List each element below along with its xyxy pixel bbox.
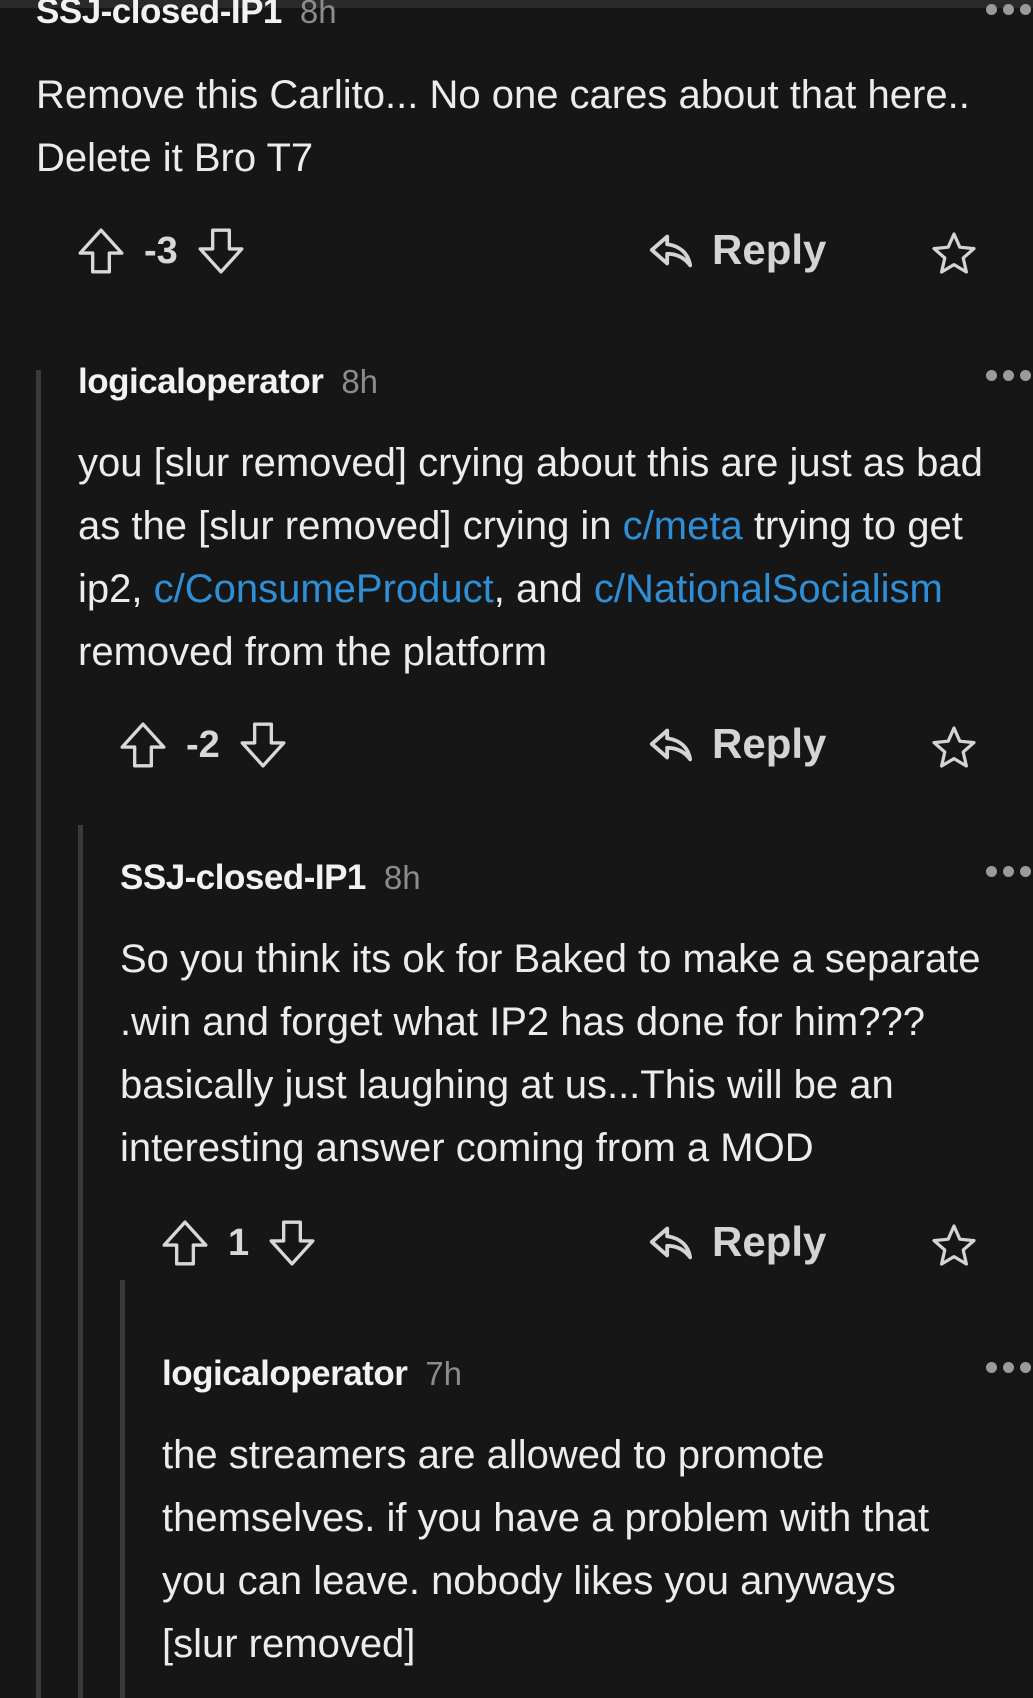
- comment-author[interactable]: logicaloperator: [162, 1354, 408, 1394]
- comment-author[interactable]: SSJ-closed-IP1: [36, 0, 282, 32]
- vote-score: 1: [228, 1221, 250, 1264]
- save-star-icon[interactable]: [930, 724, 978, 772]
- upvote-icon[interactable]: [118, 720, 168, 770]
- reply-label: Reply: [712, 720, 827, 767]
- comment-author[interactable]: logicaloperator: [78, 362, 324, 402]
- upvote-icon[interactable]: [160, 1218, 210, 1268]
- comment-body: Remove this Carlito... No one cares abou…: [36, 73, 970, 180]
- save-star-icon[interactable]: [930, 1222, 978, 1270]
- community-link-consumeproduct[interactable]: c/ConsumeProduct: [154, 567, 494, 611]
- reply-button[interactable]: Reply: [648, 226, 826, 274]
- reply-icon: [648, 230, 694, 270]
- comment-actions: -3 Reply: [0, 226, 1033, 286]
- thread-line-depth-3[interactable]: [120, 1280, 125, 1698]
- more-options-button[interactable]: [986, 370, 1031, 381]
- comment-actions: 1 Reply: [0, 1218, 1033, 1278]
- downvote-icon[interactable]: [196, 226, 246, 276]
- reply-button[interactable]: Reply: [648, 720, 826, 768]
- more-options-button[interactable]: [986, 866, 1031, 877]
- reply-icon: [648, 724, 694, 764]
- vote-score: -3: [144, 229, 178, 272]
- comment-time: 7h: [425, 1355, 463, 1392]
- comment-time: 8h: [383, 859, 421, 896]
- save-star-icon[interactable]: [930, 230, 978, 278]
- more-options-button[interactable]: [986, 4, 1031, 15]
- thread-line-depth-1[interactable]: [36, 370, 41, 1698]
- comment-actions: -2 Reply: [0, 720, 1033, 780]
- reply-label: Reply: [712, 226, 827, 273]
- downvote-icon[interactable]: [267, 1218, 317, 1268]
- downvote-icon[interactable]: [238, 720, 288, 770]
- comment-author[interactable]: SSJ-closed-IP1: [120, 858, 366, 898]
- reply-icon: [648, 1222, 694, 1262]
- comment-time: 8h: [299, 0, 337, 30]
- comment-time: 8h: [341, 363, 379, 400]
- vote-score: -2: [186, 723, 220, 766]
- comment-body: you [slur removed] crying about this are…: [78, 441, 983, 674]
- comment-body: So you think its ok for Baked to make a …: [120, 937, 981, 1170]
- upvote-icon[interactable]: [76, 226, 126, 276]
- reply-button[interactable]: Reply: [648, 1218, 826, 1266]
- community-link-meta[interactable]: c/meta: [623, 504, 743, 548]
- reply-label: Reply: [712, 1218, 827, 1265]
- community-link-nationalsocialism[interactable]: c/NationalSocialism: [594, 567, 943, 611]
- comment-body: the streamers are allowed to promote the…: [162, 1433, 930, 1666]
- more-options-button[interactable]: [986, 1362, 1031, 1373]
